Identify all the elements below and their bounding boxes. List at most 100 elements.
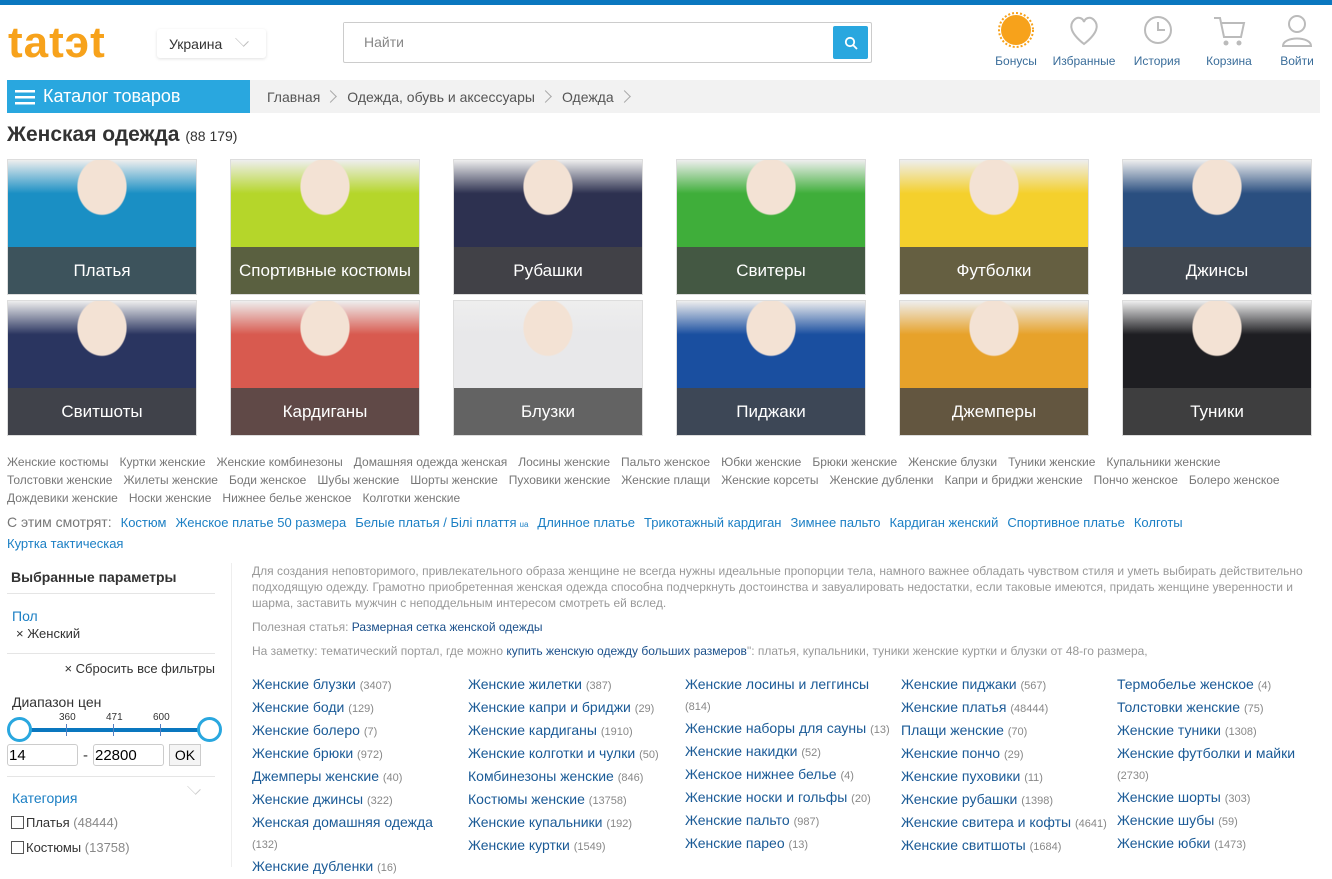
category-option[interactable]: Платья (48444): [11, 810, 215, 835]
category-tile[interactable]: Джинсы: [1122, 159, 1312, 295]
related-link[interactable]: Зимнее пальто: [791, 515, 881, 530]
category-tile[interactable]: Футболки: [899, 159, 1089, 295]
subcategory-link[interactable]: Женские накидки (52): [685, 741, 895, 764]
subcategory-link[interactable]: Женские свитера и кофты (4641): [901, 812, 1111, 835]
subcategory-link[interactable]: Женские блузки (3407): [252, 674, 462, 697]
price-min-input[interactable]: [7, 744, 78, 766]
price-ok-button[interactable]: OK: [169, 744, 201, 766]
subcategory-link[interactable]: Термобелье женское (4): [1117, 674, 1327, 697]
article-link[interactable]: Размерная сетка женской одежды: [352, 620, 543, 634]
checkbox[interactable]: [11, 841, 24, 854]
header-Корзина[interactable]: Корзина: [1194, 12, 1264, 68]
tag-link[interactable]: Шорты женские: [410, 473, 498, 487]
related-link[interactable]: Женское платье 50 размера: [175, 515, 346, 530]
subcategory-link[interactable]: Женские пиджаки (567): [901, 674, 1111, 697]
category-tile[interactable]: Джемперы: [899, 300, 1089, 436]
tag-link[interactable]: Купальники женские: [1106, 455, 1220, 469]
tag-link[interactable]: Брюки женские: [812, 455, 897, 469]
category-tile[interactable]: Рубашки: [453, 159, 643, 295]
category-option[interactable]: Костюмы (13758): [11, 835, 215, 860]
logo[interactable]: tatэt: [8, 18, 106, 68]
category-tile[interactable]: Блузки: [453, 300, 643, 436]
related-link[interactable]: Костюм: [121, 515, 167, 530]
subcategory-link[interactable]: Женские футболки и майки (2730): [1117, 743, 1327, 787]
catalog-button[interactable]: Каталог товаров: [7, 80, 250, 113]
tag-link[interactable]: Женские комбинезоны: [217, 455, 343, 469]
subcategory-link[interactable]: Женские наборы для сауны (13): [685, 718, 895, 741]
subcategory-link[interactable]: Толстовки женские (75): [1117, 697, 1327, 720]
tag-link[interactable]: Женские блузки: [908, 455, 997, 469]
subcategory-link[interactable]: Женские брюки (972): [252, 743, 462, 766]
subcategory-link[interactable]: Женские кардиганы (1910): [468, 720, 678, 743]
related-link[interactable]: Спортивное платье: [1007, 515, 1125, 530]
subcategory-link[interactable]: Женские туники (1308): [1117, 720, 1327, 743]
subcategory-link[interactable]: Женские боди (129): [252, 697, 462, 720]
header-История[interactable]: История: [1122, 12, 1192, 68]
remove-filter-female[interactable]: × Женский: [16, 626, 210, 641]
tag-link[interactable]: Колготки женские: [362, 491, 460, 505]
breadcrumb-item[interactable]: Одежда: [562, 89, 614, 105]
category-tile[interactable]: Платья: [7, 159, 197, 295]
subcategory-link[interactable]: Женские капри и бриджи (29): [468, 697, 678, 720]
tag-link[interactable]: Пуховики женские: [509, 473, 610, 487]
subcategory-link[interactable]: Женские колготки и чулки (50): [468, 743, 678, 766]
tag-link[interactable]: Пальто женское: [621, 455, 710, 469]
category-tile[interactable]: Спортивные костюмы: [230, 159, 420, 295]
related-link[interactable]: Куртка тактическая: [7, 536, 123, 551]
subcategory-link[interactable]: Женские болеро (7): [252, 720, 462, 743]
subcategory-link[interactable]: Женские дубленки (16): [252, 856, 462, 879]
tag-link[interactable]: Носки женские: [129, 491, 212, 505]
subcategory-link[interactable]: Женские шорты (303): [1117, 787, 1327, 810]
tag-link[interactable]: Женские костюмы: [7, 455, 109, 469]
header-Войти[interactable]: Войти: [1262, 12, 1332, 68]
subcategory-link[interactable]: Женское нижнее белье (4): [685, 764, 895, 787]
tag-link[interactable]: Туники женские: [1008, 455, 1095, 469]
tag-link[interactable]: Шубы женские: [317, 473, 399, 487]
related-link[interactable]: Белые платья / Білі плаття: [355, 515, 516, 530]
subcategory-link[interactable]: Женские свитшоты (1684): [901, 835, 1111, 858]
category-tile[interactable]: Пиджаки: [676, 300, 866, 436]
subcategory-link[interactable]: Женские пальто (987): [685, 810, 895, 833]
category-tile[interactable]: Туники: [1122, 300, 1312, 436]
checkbox[interactable]: [11, 816, 24, 829]
category-tile[interactable]: Свитшоты: [7, 300, 197, 436]
related-link[interactable]: Колготы: [1134, 515, 1183, 530]
tag-link[interactable]: Нижнее белье женское: [222, 491, 351, 505]
subcategory-link[interactable]: Женские куртки (1549): [468, 835, 678, 858]
subcategory-link[interactable]: Женские купальники (192): [468, 812, 678, 835]
tag-link[interactable]: Женские плащи: [621, 473, 710, 487]
tag-link[interactable]: Жилеты женские: [123, 473, 217, 487]
search-input[interactable]: [344, 23, 824, 61]
related-link[interactable]: Длинное платье: [537, 515, 635, 530]
subcategory-link[interactable]: Женские жилетки (387): [468, 674, 678, 697]
country-select[interactable]: Украина: [157, 29, 266, 58]
tag-link[interactable]: Дождевики женские: [7, 491, 118, 505]
chevron-down-icon[interactable]: [187, 781, 201, 795]
subcategory-link[interactable]: Женские носки и гольфы (20): [685, 787, 895, 810]
tag-link[interactable]: Женские дубленки: [830, 473, 934, 487]
tag-link[interactable]: Толстовки женские: [7, 473, 112, 487]
category-title[interactable]: Категория: [12, 790, 77, 806]
price-slider[interactable]: 360 471 600: [7, 712, 222, 742]
tag-link[interactable]: Куртки женские: [120, 455, 206, 469]
related-link[interactable]: Трикотажный кардиган: [644, 515, 781, 530]
subcategory-link[interactable]: Женские лосины и леггинсы (814): [685, 674, 895, 718]
subcategory-link[interactable]: Женские шубы (59): [1117, 810, 1327, 833]
subcategory-link[interactable]: Женские пончо (29): [901, 743, 1111, 766]
note-link[interactable]: купить женскую одежду больших размеров: [506, 644, 747, 658]
subcategory-link[interactable]: Костюмы женские (13758): [468, 789, 678, 812]
subcategory-link[interactable]: Женские юбки (1473): [1117, 833, 1327, 856]
related-link[interactable]: Кардиган женский: [889, 515, 998, 530]
breadcrumb-item[interactable]: Одежда, обувь и аксессуары: [347, 89, 535, 105]
subcategory-link[interactable]: Плащи женские (70): [901, 720, 1111, 743]
subcategory-link[interactable]: Комбинезоны женские (846): [468, 766, 678, 789]
subcategory-link[interactable]: Женская домашняя одежда (132): [252, 812, 462, 856]
search-button[interactable]: [833, 26, 868, 59]
tag-link[interactable]: Женские корсеты: [721, 473, 818, 487]
category-tile[interactable]: Свитеры: [676, 159, 866, 295]
header-Избранные[interactable]: Избранные: [1049, 12, 1119, 68]
breadcrumb-item[interactable]: Главная: [267, 89, 320, 105]
filter-group-gender[interactable]: Пол: [12, 608, 210, 624]
subcategory-link[interactable]: Женские рубашки (1398): [901, 789, 1111, 812]
subcategory-link[interactable]: Женские пуховики (11): [901, 766, 1111, 789]
